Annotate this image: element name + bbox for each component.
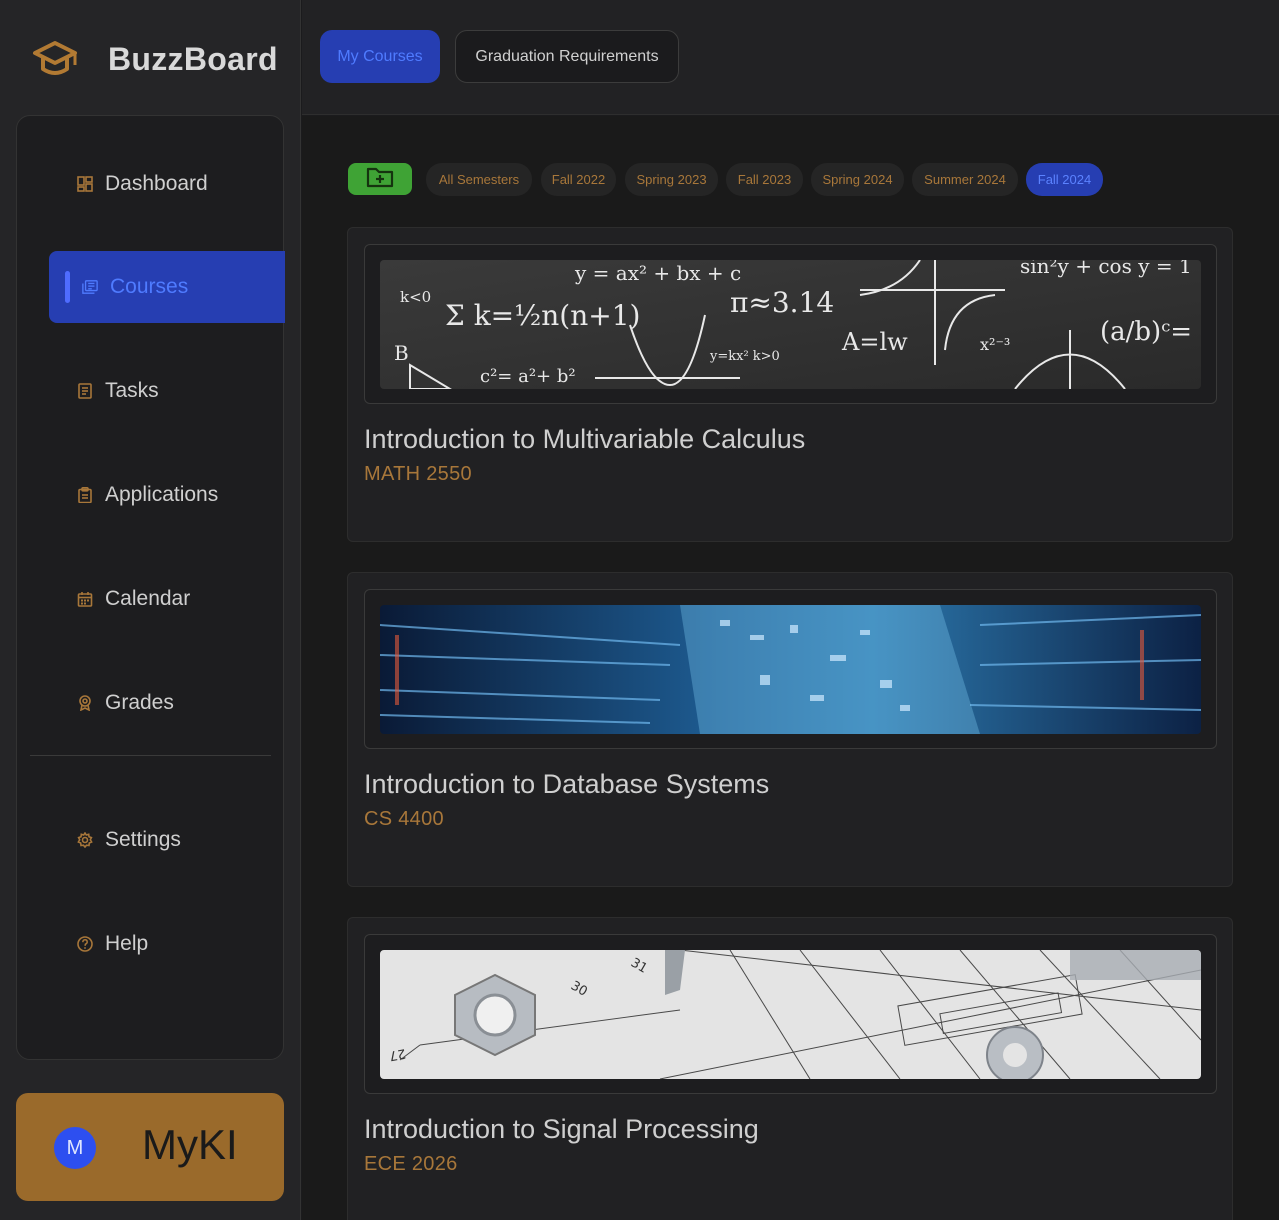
avatar: M <box>54 1127 96 1169</box>
course-banner <box>364 589 1217 749</box>
dashboard-icon <box>77 176 93 192</box>
sidebar-item-label: Settings <box>105 828 181 851</box>
semester-chip-summer-2024[interactable]: Summer 2024 <box>912 163 1018 196</box>
semester-chip-spring-2024[interactable]: Spring 2024 <box>811 163 904 196</box>
sidebar-item-calendar[interactable]: Calendar <box>49 563 285 635</box>
svg-text:k<0: k<0 <box>400 288 431 306</box>
course-image-circuit <box>380 605 1201 734</box>
folder-add-icon <box>366 166 394 193</box>
sidebar-item-dashboard[interactable]: Dashboard <box>49 148 285 220</box>
sidebar-item-help[interactable]: Help <box>49 908 285 980</box>
main-content: All Semesters Fall 2022 Spring 2023 Fall… <box>302 116 1279 1220</box>
sidebar-item-label: Dashboard <box>105 172 208 195</box>
semester-chip-spring-2023[interactable]: Spring 2023 <box>625 163 718 196</box>
course-banner: y = ax² + bx + c k<0 Σ k=½n(n+1) π≈3.14 … <box>364 244 1217 404</box>
course-code: ECE 2026 <box>364 1153 458 1175</box>
svg-text:27: 27 <box>388 1045 407 1063</box>
course-banner: 30 31 27 <box>364 934 1217 1094</box>
sidebar: BuzzBoard Dashboard Courses Tasks Applic… <box>0 0 301 1220</box>
svg-text:sin²y + cos y = 1: sin²y + cos y = 1 <box>1020 260 1192 278</box>
svg-text:y = ax² + bx + c: y = ax² + bx + c <box>574 261 741 285</box>
tab-graduation-requirements[interactable]: Graduation Requirements <box>455 30 679 83</box>
sidebar-item-label: Grades <box>105 691 174 714</box>
myki-assistant-button[interactable]: M MyKI <box>16 1093 284 1201</box>
sidebar-item-label: Calendar <box>105 587 191 610</box>
course-card[interactable]: Introduction to Database Systems CS 4400 <box>347 572 1233 887</box>
app-title: BuzzBoard <box>108 40 278 77</box>
svg-text:x²⁻³: x²⁻³ <box>980 335 1010 354</box>
add-course-button[interactable] <box>348 163 412 195</box>
calendar-icon <box>77 591 93 607</box>
course-title: Introduction to Multivariable Calculus <box>364 424 806 454</box>
graduation-cap-icon <box>30 34 80 84</box>
sidebar-item-grades[interactable]: Grades <box>49 667 285 739</box>
gear-icon <box>77 832 93 848</box>
course-title: Introduction to Database Systems <box>364 769 770 799</box>
semester-chip-all[interactable]: All Semesters <box>426 163 532 196</box>
course-image-math: y = ax² + bx + c k<0 Σ k=½n(n+1) π≈3.14 … <box>380 260 1201 389</box>
clipboard-icon <box>77 487 93 503</box>
course-title: Introduction to Signal Processing <box>364 1114 759 1144</box>
semester-chip-fall-2022[interactable]: Fall 2022 <box>541 163 616 196</box>
svg-text:y=kx² k>0: y=kx² k>0 <box>709 349 780 364</box>
award-icon <box>77 695 93 711</box>
svg-text:Σ k=½n(n+1): Σ k=½n(n+1) <box>445 299 640 332</box>
course-code: CS 4400 <box>364 808 444 830</box>
course-card[interactable]: 30 31 27 Introduction to Signal Processi… <box>347 917 1233 1220</box>
sidebar-item-label: Applications <box>105 483 219 506</box>
svg-text:(a/b)ᶜ= aᶜ/bᶜ: (a/b)ᶜ= aᶜ/bᶜ <box>1100 317 1201 347</box>
help-icon <box>77 936 93 952</box>
myki-label: MyKI <box>142 1121 238 1168</box>
sidebar-item-settings[interactable]: Settings <box>49 804 285 876</box>
semester-chip-fall-2024[interactable]: Fall 2024 <box>1026 163 1103 196</box>
sidebar-item-label: Courses <box>110 275 189 298</box>
topbar: My Courses Graduation Requirements <box>302 0 1279 115</box>
svg-text:A=lw: A=lw <box>841 328 908 356</box>
course-card[interactable]: y = ax² + bx + c k<0 Σ k=½n(n+1) π≈3.14 … <box>347 227 1233 542</box>
tasks-icon <box>77 383 93 399</box>
sidebar-item-courses[interactable]: Courses <box>49 251 285 323</box>
semester-chip-fall-2023[interactable]: Fall 2023 <box>726 163 803 196</box>
svg-text:π≈3.14: π≈3.14 <box>730 286 834 319</box>
courses-icon <box>82 279 98 295</box>
nav-divider <box>30 755 271 756</box>
course-image-blueprint: 30 31 27 <box>380 950 1201 1079</box>
svg-text:c²= a²+ b²: c²= a²+ b² <box>480 366 576 387</box>
sidebar-item-tasks[interactable]: Tasks <box>49 355 285 427</box>
sidebar-item-applications[interactable]: Applications <box>49 459 285 531</box>
svg-text:B: B <box>394 341 409 365</box>
brand[interactable]: BuzzBoard <box>30 34 278 84</box>
tab-my-courses[interactable]: My Courses <box>320 30 440 83</box>
sidebar-item-label: Help <box>105 932 149 955</box>
sidebar-nav: Dashboard Courses Tasks Applications Cal… <box>16 115 285 1060</box>
active-indicator <box>65 271 70 303</box>
sidebar-item-label: Tasks <box>105 379 159 402</box>
course-code: MATH 2550 <box>364 463 472 485</box>
